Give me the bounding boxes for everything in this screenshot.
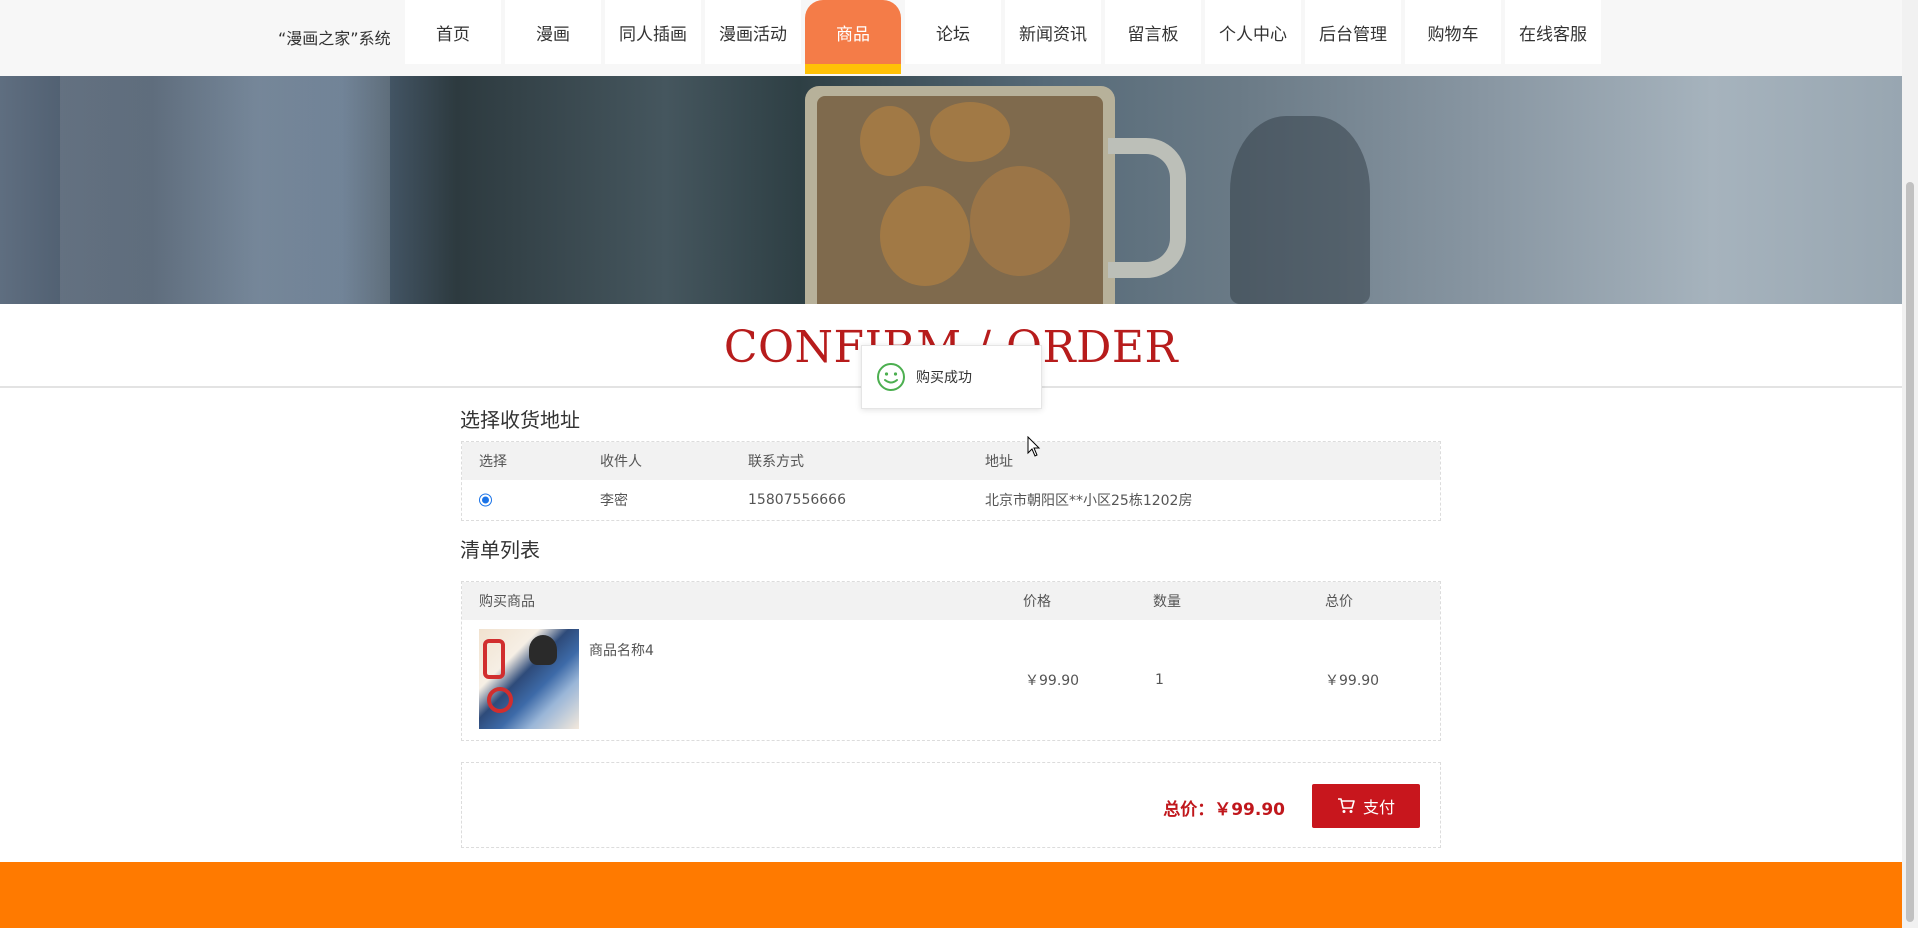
items-section-title: 清单列表: [460, 538, 540, 562]
nav-item-news[interactable]: 新闻资讯: [1005, 0, 1101, 64]
header-product: 购买商品: [479, 594, 535, 610]
nav-item-manga-events[interactable]: 漫画活动: [705, 0, 801, 64]
product-quantity: 1: [1155, 672, 1164, 688]
address-table-header: 选择 收件人 联系方式 地址: [462, 442, 1440, 480]
nav-item-message-board[interactable]: 留言板: [1105, 0, 1201, 64]
nav-item-manga[interactable]: 漫画: [505, 0, 601, 64]
items-table-header: 购买商品 价格 数量 总价: [462, 582, 1440, 620]
address-section-title: 选择收货地址: [460, 408, 580, 432]
header-select: 选择: [479, 454, 507, 470]
smile-icon: [877, 363, 905, 391]
address-radio[interactable]: [479, 493, 492, 507]
nav-item-fan-art[interactable]: 同人插画: [605, 0, 701, 64]
nav-item-forum[interactable]: 论坛: [905, 0, 1001, 64]
recipient-contact: 15807556666: [748, 492, 846, 508]
items-table: 购买商品 价格 数量 总价 商品名称4 ￥99.90 1 ￥99.90: [461, 581, 1441, 741]
toast-message: 购买成功: [916, 370, 972, 386]
total-label: 总价：: [1163, 800, 1215, 820]
address-table: 选择 收件人 联系方式 地址 李密 15807556666 北京市朝阳区**小区…: [461, 441, 1441, 521]
cart-icon: [1337, 798, 1355, 813]
nav-item-home[interactable]: 首页: [405, 0, 501, 64]
header-contact: 联系方式: [748, 454, 804, 470]
nav-item-support[interactable]: 在线客服: [1505, 0, 1601, 64]
nav-item-profile[interactable]: 个人中心: [1205, 0, 1301, 64]
purchase-success-toast: 购买成功: [861, 345, 1042, 409]
table-row: 商品名称4 ￥99.90 1 ￥99.90: [462, 620, 1440, 740]
hero-banner-image: [0, 76, 1902, 304]
header-price: 价格: [1023, 594, 1051, 610]
nav-item-cart[interactable]: 购物车: [1405, 0, 1501, 64]
page-scrollbar[interactable]: [1902, 0, 1918, 928]
recipient-address: 北京市朝阳区**小区25栋1202房: [985, 493, 1193, 509]
pay-button-label: 支付: [1362, 798, 1395, 817]
total-value: ￥99.90: [1214, 800, 1285, 820]
header-quantity: 数量: [1153, 594, 1181, 610]
main-nav: 首页 漫画 同人插画 漫画活动 商品 论坛 新闻资讯 留言板 个人中心 后台管理…: [405, 0, 1605, 74]
scrollbar-thumb[interactable]: [1906, 182, 1914, 922]
nav-item-products[interactable]: 商品: [805, 0, 901, 74]
header-total: 总价: [1325, 594, 1353, 610]
header-address: 地址: [985, 454, 1013, 470]
recipient-name: 李密: [600, 493, 628, 509]
address-row[interactable]: 李密 15807556666 北京市朝阳区**小区25栋1202房: [462, 480, 1440, 520]
product-name[interactable]: 商品名称4: [589, 640, 654, 660]
order-total: 总价：￥99.90: [1163, 795, 1285, 820]
mouse-cursor-icon: [1027, 436, 1041, 457]
product-price: ￥99.90: [1025, 673, 1080, 689]
site-brand: “漫画之家”系统: [278, 29, 391, 48]
top-header: “漫画之家”系统 首页 漫画 同人插画 漫画活动 商品 论坛 新闻资讯 留言板 …: [0, 0, 1902, 76]
pay-button[interactable]: 支付: [1312, 784, 1420, 828]
product-total: ￥99.90: [1325, 673, 1380, 689]
nav-item-admin[interactable]: 后台管理: [1305, 0, 1401, 64]
footer-bar: [0, 862, 1902, 928]
product-thumbnail[interactable]: [479, 629, 579, 729]
order-summary: 总价：￥99.90 支付: [461, 762, 1441, 848]
header-recipient: 收件人: [600, 454, 642, 470]
